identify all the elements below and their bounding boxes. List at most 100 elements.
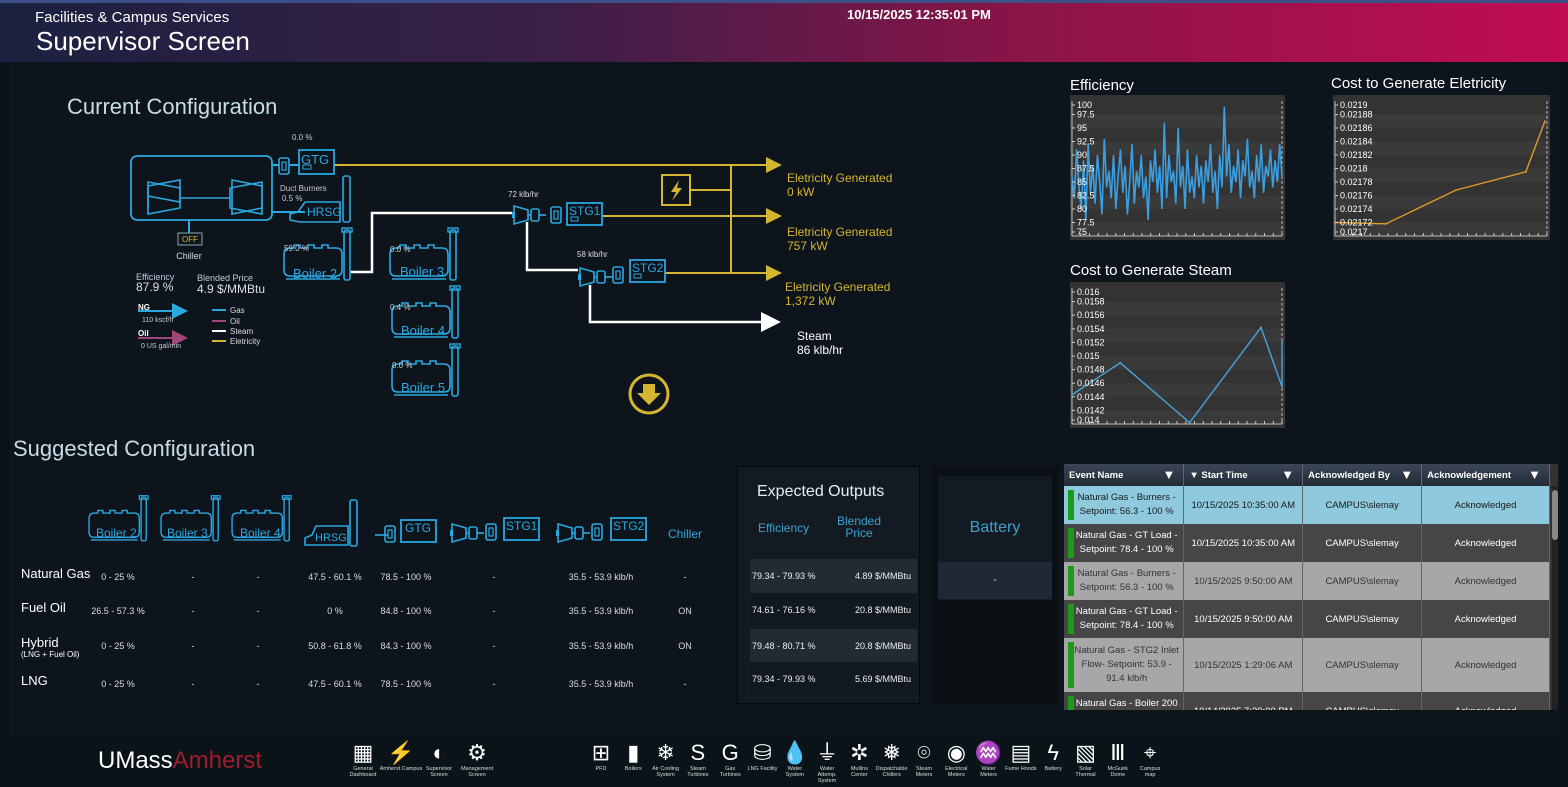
nav-label: Gas Turbines (719, 766, 741, 778)
nav-icon: 💧 (781, 740, 809, 765)
event-row[interactable]: Natural Gas - STG2 Inlet Flow- Setpoint:… (1064, 638, 1550, 692)
expected-price: 5.69 $/MMBtu (854, 674, 911, 684)
event-start: 10/15/2025 10:35:00 AM (1183, 524, 1304, 562)
filter-icon[interactable]: ▼ (1400, 467, 1413, 482)
col-label: Boiler 2 (96, 526, 137, 540)
boiler-2[interactable]: Boiler 2 (283, 227, 353, 281)
event-start: 10/15/2025 9:50:00 AM (1183, 600, 1304, 638)
chiller-label: Chiller (176, 251, 202, 261)
col-stg1: STG1 (449, 517, 540, 543)
boiler-5[interactable]: Boiler 5 (391, 343, 461, 397)
y-tick-label: 0.015 (1077, 351, 1100, 361)
stg2-unit[interactable]: STG2 (629, 259, 666, 283)
filter-icon[interactable]: ▼ (1162, 467, 1175, 482)
expected-price: 20.8 $/MMBtu (854, 605, 911, 615)
suggested-cell: - (683, 572, 687, 582)
col-start-time[interactable]: ▼ Start Time ▼ (1183, 464, 1304, 486)
nav-electrical-meters[interactable]: ◉ Electrical Meters (940, 740, 972, 778)
filter-icon[interactable]: ▼ (1281, 467, 1294, 482)
y-tick-label: 0.02174 (1340, 204, 1373, 214)
nav-water-system[interactable]: 💧 Water System (779, 740, 811, 778)
nav-water-attemp-system[interactable]: ⏚ Water Attemp. System (811, 740, 843, 784)
steam-value: 86 klb/hr (797, 343, 843, 357)
lightning-icon (661, 174, 691, 206)
gtg-unit[interactable]: GTG (298, 149, 335, 175)
nav-icon: ⌖ (1143, 740, 1157, 765)
nav-label: Water Meters (980, 766, 997, 778)
data-point (1281, 341, 1283, 344)
nav-label: Amherst Campus (379, 766, 423, 772)
suggested-cell: 35.5 - 53.9 klb/h (568, 641, 634, 651)
expected-efficiency: 79.34 - 79.93 % (752, 674, 816, 684)
expected-price-header: Blended Price (836, 514, 882, 540)
nav-lng-facility[interactable]: ⛁ LNG Facility (747, 740, 779, 772)
battery-panel: Battery - (932, 466, 1058, 704)
oil-label: Oil (138, 329, 149, 338)
nav-fume-hoods[interactable]: ▤ Fume Hoods (1005, 740, 1037, 772)
event-row[interactable]: Natural Gas - Burners - Setpoint: 56.3 -… (1064, 486, 1550, 524)
y-tick-label: 0.0146 (1077, 378, 1105, 388)
event-start: 10/15/2025 1:29:06 AM (1183, 638, 1304, 692)
event-row[interactable]: Natural Gas - Boiler 200 -10/14/2025 7:3… (1064, 692, 1550, 710)
boiler-3[interactable]: Boiler 3 (389, 227, 459, 281)
suggested-row-label: LNG (21, 673, 48, 688)
suggested-cell: 84.8 - 100 % (380, 606, 432, 616)
nav-campus-map[interactable]: ⌖ Campus map (1134, 740, 1166, 778)
steam-cost-chart: 0.0160.0158 0.0156 0.0154 0.0152 0.015 0.0148… (1070, 282, 1285, 428)
nav-water-meters[interactable]: ♒ Water Meters (973, 740, 1005, 778)
expected-efficiency: 74.61 - 76.16 % (752, 605, 816, 615)
nav-boilers[interactable]: ▮ Boilers (617, 740, 649, 772)
col-acknowledgement[interactable]: Acknowledgement ▼ (1421, 464, 1550, 486)
stg1-unit[interactable]: STG1 (566, 202, 603, 226)
event-row[interactable]: Natural Gas - Burners - Setpoint: 56.3 -… (1064, 562, 1550, 600)
col-hrsg: HRSG (304, 499, 358, 547)
nav-icon: ▮ (627, 740, 640, 765)
y-tick-label: 0.0152 (1077, 337, 1105, 347)
boiler-4[interactable]: Boiler 4 (391, 285, 461, 339)
nav-mullins-center[interactable]: ✲ Mullins Center (843, 740, 875, 778)
nav-icon: ⚙ (467, 740, 487, 765)
col-label: HRSG (315, 532, 347, 544)
filter-icon[interactable]: ▼ (1528, 467, 1541, 482)
nav-battery[interactable]: ϟ Battery (1037, 740, 1069, 772)
col-label: Acknowledged By (1308, 469, 1390, 481)
col-event-name[interactable]: Event Name ▼ (1064, 464, 1185, 486)
nav-pfd[interactable]: ⊞ PFD (585, 740, 617, 772)
nav-air-cooling-system[interactable]: ❄ Air Cooling System (650, 740, 682, 778)
output-1-value: 0 kW (787, 185, 815, 199)
event-name: Natural Gas - GT Load - Setpoint: 78.4 -… (1064, 600, 1185, 638)
event-row[interactable]: Natural Gas - GT Load - Setpoint: 78.4 -… (1064, 524, 1550, 562)
nav-mcguirk-dome[interactable]: Ⅲ McGuirk Dome (1102, 740, 1134, 778)
boiler-3-pct: 0.0 % (390, 245, 410, 254)
nav-solar-thermal[interactable]: ▧ Solar Thermal (1070, 740, 1102, 778)
events-scrollbar[interactable] (1552, 486, 1558, 710)
event-row[interactable]: Natural Gas - GT Load - Setpoint: 78.4 -… (1064, 600, 1550, 638)
col-label: Acknowledgement (1427, 469, 1512, 481)
y-tick-label: 80 (1077, 204, 1087, 214)
nav-steam-meters[interactable]: ⌾ Steam Meters (908, 740, 940, 778)
nav-icon: S (690, 740, 706, 765)
nav-management-screen[interactable]: ⚙ Management Screen (455, 740, 499, 778)
event-name: Natural Gas - Burners - Setpoint: 56.3 -… (1064, 562, 1185, 600)
event-ack: Acknowledged (1421, 692, 1550, 710)
y-tick-label: 0.02188 (1340, 110, 1373, 120)
chiller-unit[interactable] (130, 155, 273, 221)
nav-icon: ❅ (882, 740, 901, 765)
y-tick-label: 95 (1077, 123, 1087, 133)
output-1-label: Eletricity Generated (787, 171, 892, 185)
nav-label: Water Attemp. System (817, 766, 837, 784)
output-3-label: Eletricity Generated (785, 280, 890, 294)
suggested-cell: ON (678, 641, 692, 651)
nav-label: McGuirk Dome (1107, 766, 1129, 778)
boiler-3-label: Boiler 3 (400, 264, 444, 279)
nav-steam-turbines[interactable]: S Steam Turbines (682, 740, 714, 778)
scroll-down-icon[interactable] (628, 373, 670, 415)
stg2-flow: 58 klb/hr (577, 250, 608, 259)
nav-icon: ♒ (974, 740, 1003, 765)
event-ack: Acknowledged (1421, 562, 1550, 600)
y-tick-label: 0.02176 (1340, 191, 1373, 201)
nav-icon: G (721, 740, 739, 765)
col-acknowledged-by[interactable]: Acknowledged By ▼ (1302, 464, 1423, 486)
nav-dispatchable-chillers[interactable]: ❅ Dispatchable Chillers (876, 740, 908, 778)
nav-gas-turbines[interactable]: G Gas Turbines (714, 740, 746, 778)
